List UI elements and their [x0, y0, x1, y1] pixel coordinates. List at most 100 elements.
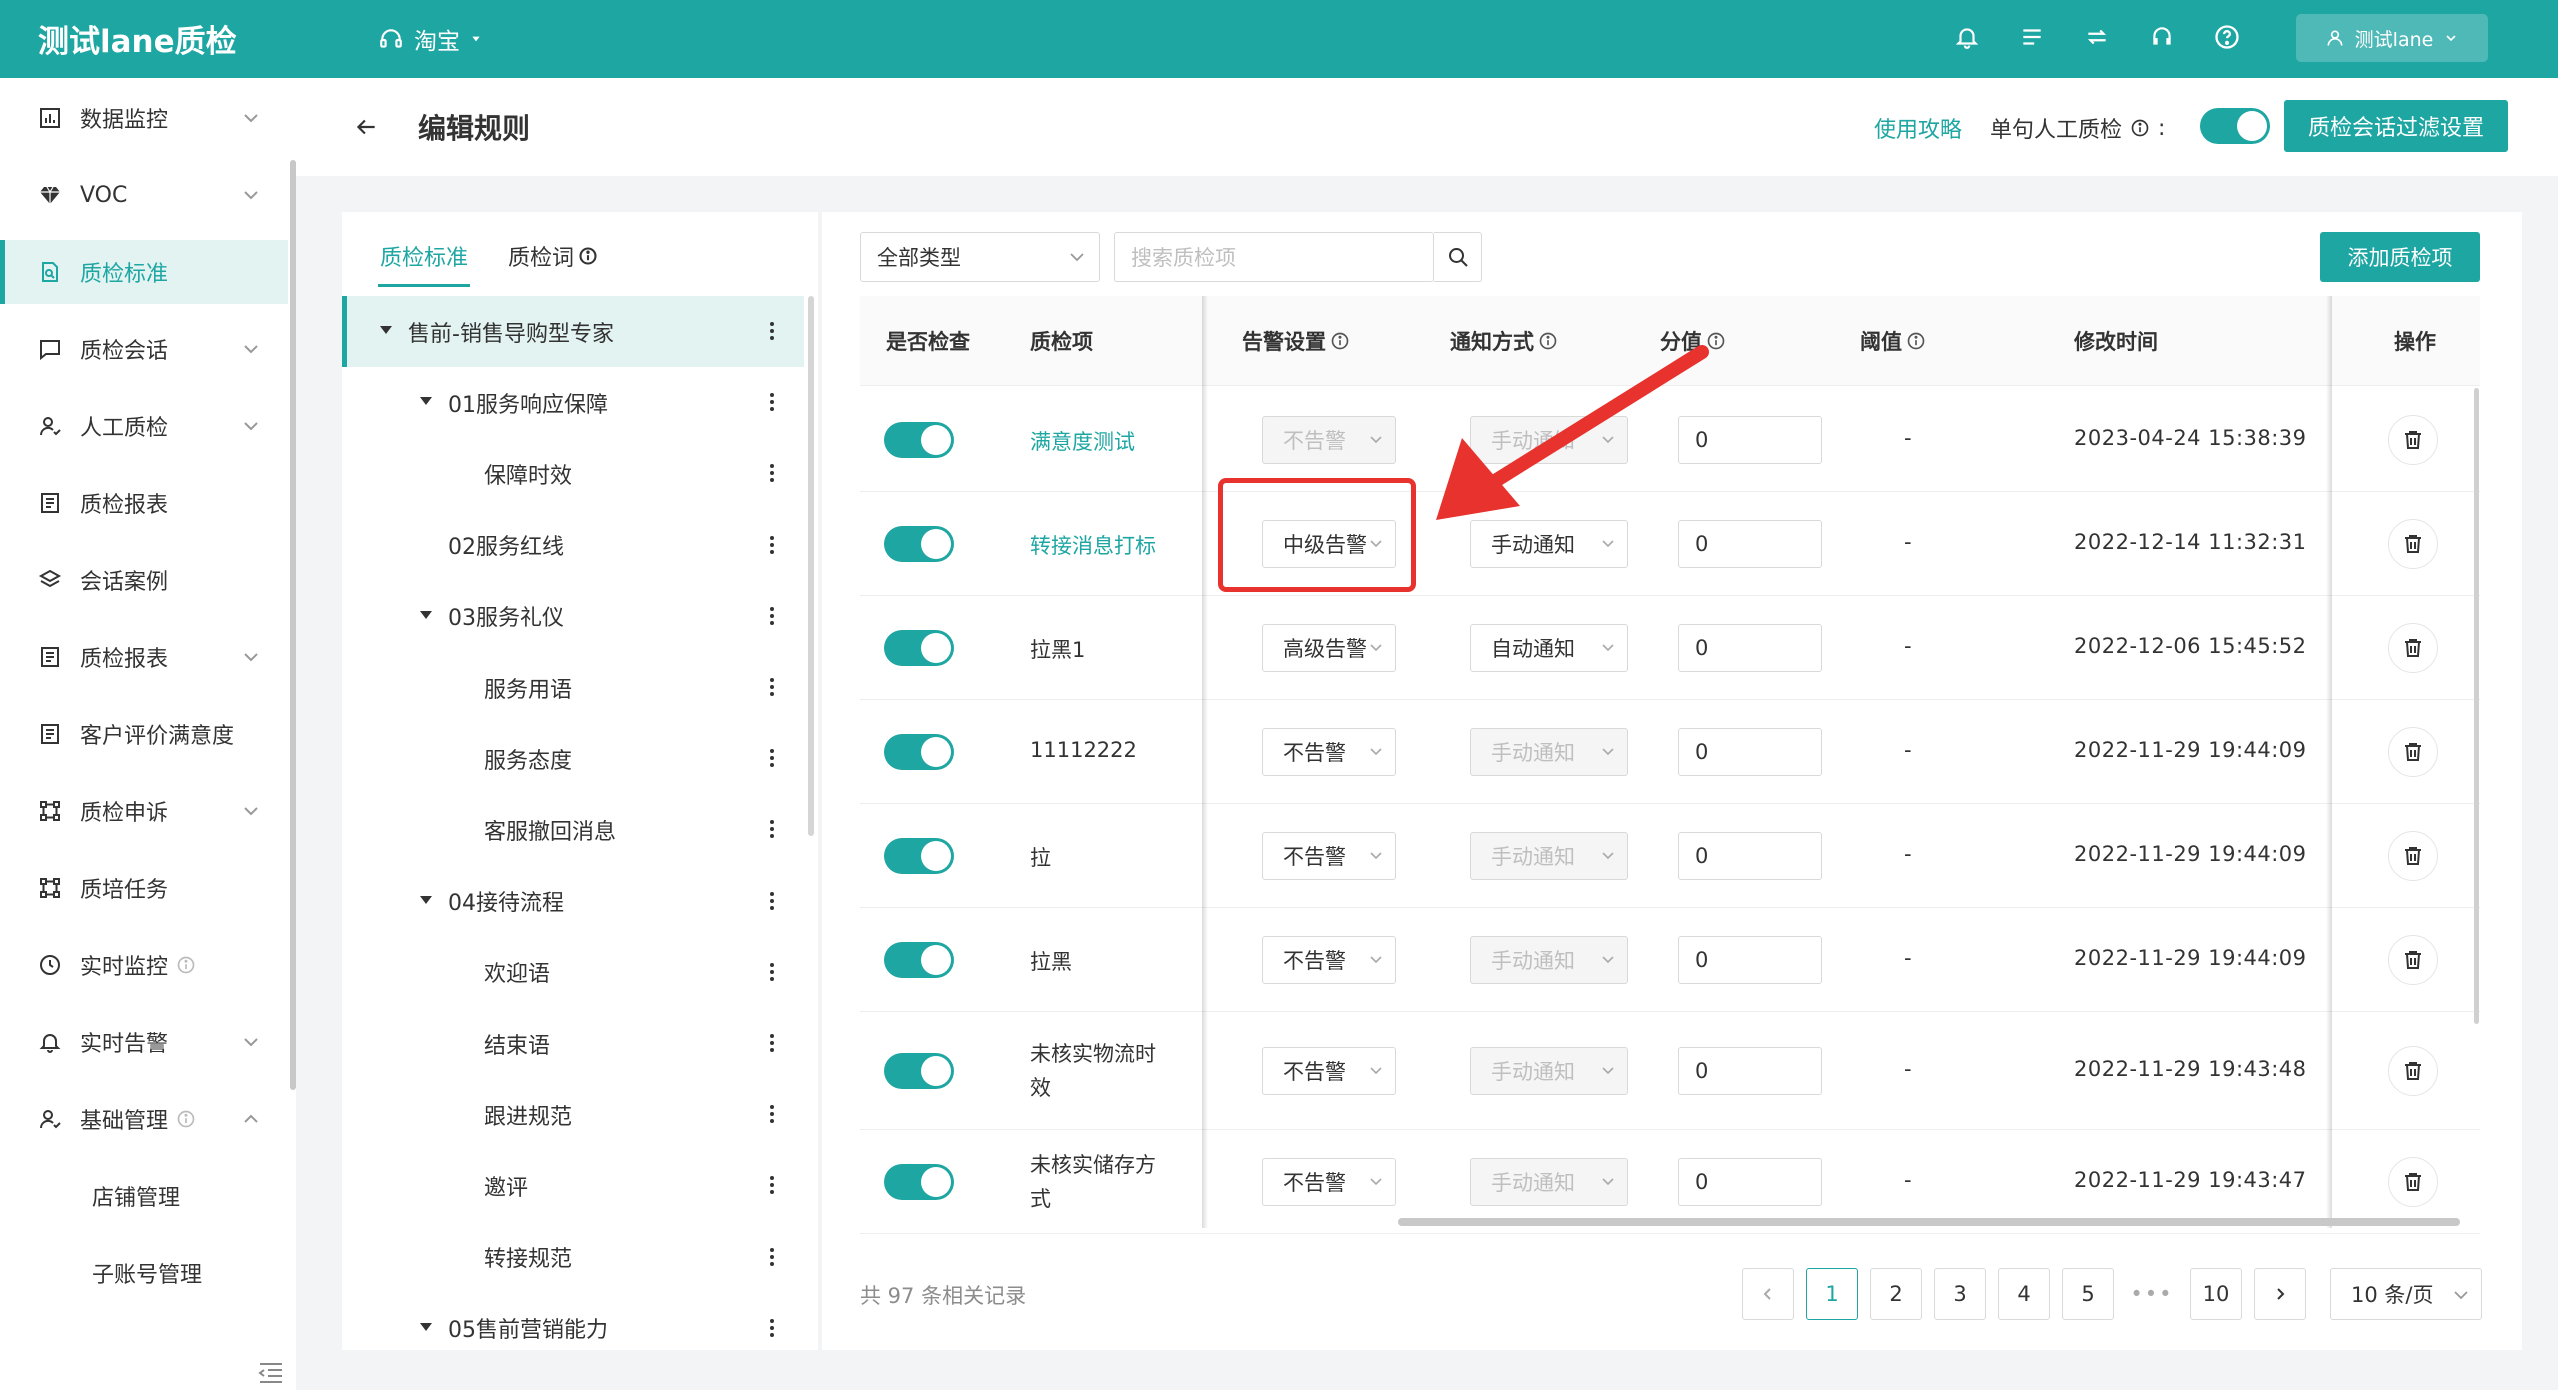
sidebar-item-6[interactable]: 会话案例 — [0, 548, 288, 612]
page-button[interactable]: 4 — [1998, 1268, 2050, 1320]
alert-select[interactable]: 不告警 — [1262, 416, 1396, 464]
page-button[interactable]: 5 — [2062, 1268, 2114, 1320]
delete-button[interactable] — [2388, 1157, 2438, 1207]
check-toggle[interactable] — [884, 422, 954, 458]
delete-button[interactable] — [2388, 935, 2438, 985]
more-icon[interactable] — [769, 462, 775, 484]
more-icon[interactable] — [769, 534, 775, 556]
check-toggle[interactable] — [884, 942, 954, 978]
shop-switcher[interactable]: 淘宝 — [378, 22, 482, 56]
alert-select[interactable]: 不告警 — [1262, 728, 1396, 776]
more-icon[interactable] — [769, 320, 775, 342]
more-icon[interactable] — [769, 1317, 775, 1339]
delete-button[interactable] — [2388, 623, 2438, 673]
notify-select[interactable]: 手动通知 — [1470, 1158, 1628, 1206]
delete-button[interactable] — [2388, 1046, 2438, 1096]
score-input[interactable]: 0 — [1678, 728, 1822, 776]
notify-select[interactable]: 手动通知 — [1470, 936, 1628, 984]
page-button[interactable]: 3 — [1934, 1268, 1986, 1320]
more-icon[interactable] — [769, 1032, 775, 1054]
delete-button[interactable] — [2388, 831, 2438, 881]
page-size-select[interactable]: 10 条/页 — [2330, 1268, 2482, 1320]
more-icon[interactable] — [769, 605, 775, 627]
caret-down-icon[interactable] — [420, 397, 432, 406]
score-input[interactable]: 0 — [1678, 936, 1822, 984]
sidebar-item-14[interactable]: 店铺管理 — [0, 1164, 288, 1228]
delete-button[interactable] — [2388, 519, 2438, 569]
check-toggle[interactable] — [884, 838, 954, 874]
table-horizontal-scrollbar[interactable] — [1398, 1218, 2460, 1226]
score-input[interactable]: 0 — [1678, 1047, 1822, 1095]
switch-icon[interactable] — [2080, 20, 2114, 54]
tree-node[interactable]: 服务态度 — [342, 723, 804, 794]
user-menu[interactable]: 测试lane — [2296, 14, 2488, 62]
sidebar-scrollbar[interactable] — [290, 160, 296, 1090]
sidebar-item-2[interactable]: 质检标准 — [0, 240, 288, 304]
tree-node[interactable]: 欢迎语 — [342, 937, 804, 1008]
check-item-name[interactable]: 转接消息打标 — [1030, 530, 1156, 560]
more-icon[interactable] — [769, 1246, 775, 1268]
tree-scrollbar[interactable] — [808, 296, 814, 836]
sidebar-item-5[interactable]: 质检报表 — [0, 471, 288, 535]
tab-standards[interactable]: 质检标准 — [380, 240, 468, 272]
tab-keywords[interactable]: 质检词 — [508, 240, 598, 272]
search-input[interactable]: 搜索质检项 — [1114, 232, 1434, 282]
prev-page-button[interactable] — [1742, 1268, 1794, 1320]
more-icon[interactable] — [769, 391, 775, 413]
tree-node[interactable]: 02服务红线 — [342, 510, 804, 581]
sidebar-item-13[interactable]: 基础管理 — [0, 1087, 288, 1151]
alert-select[interactable]: 不告警 — [1262, 1047, 1396, 1095]
tree-node[interactable]: 服务用语 — [342, 652, 804, 723]
sidebar-item-8[interactable]: 客户评价满意度 — [0, 702, 288, 766]
more-icon[interactable] — [769, 747, 775, 769]
check-toggle[interactable] — [884, 734, 954, 770]
alert-select[interactable]: 不告警 — [1262, 832, 1396, 880]
sidebar-item-9[interactable]: 质检申诉 — [0, 779, 288, 843]
caret-down-icon[interactable] — [380, 326, 392, 334]
sidebar-item-10[interactable]: 质培任务 — [0, 856, 288, 920]
sidebar-item-4[interactable]: 人工质检 — [0, 394, 288, 458]
tree-node[interactable]: 邀评 — [342, 1150, 804, 1221]
more-icon[interactable] — [769, 676, 775, 698]
tree-node[interactable]: 04接待流程 — [342, 866, 804, 937]
list-menu-icon[interactable] — [2015, 20, 2049, 54]
check-toggle[interactable] — [884, 630, 954, 666]
sidebar-item-11[interactable]: 实时监控 — [0, 933, 288, 997]
type-select[interactable]: 全部类型 — [860, 232, 1100, 282]
tree-node[interactable]: 05售前营销能力 — [342, 1293, 804, 1364]
tree-node[interactable]: 客服撤回消息 — [342, 794, 804, 865]
single-manual-check-toggle[interactable] — [2200, 108, 2270, 144]
notify-select[interactable]: 手动通知 — [1470, 832, 1628, 880]
tree-node[interactable]: 转接规范 — [342, 1222, 804, 1293]
alert-select[interactable]: 不告警 — [1262, 1158, 1396, 1206]
tree-node[interactable]: 跟进规范 — [342, 1079, 804, 1150]
sidebar-item-7[interactable]: 质检报表 — [0, 625, 288, 689]
more-icon[interactable] — [769, 818, 775, 840]
caret-down-icon[interactable] — [420, 610, 432, 619]
collapse-sidebar-icon[interactable] — [258, 1362, 284, 1388]
notification-bell-icon[interactable] — [1950, 20, 1984, 54]
score-input[interactable]: 0 — [1678, 832, 1822, 880]
usage-guide-link[interactable]: 使用攻略 — [1874, 112, 1962, 144]
alert-select[interactable]: 高级告警 — [1262, 624, 1396, 672]
tree-node[interactable]: 保障时效 — [342, 438, 804, 509]
search-button[interactable] — [1434, 232, 1482, 282]
more-icon[interactable] — [769, 961, 775, 983]
page-button[interactable]: 10 — [2190, 1268, 2242, 1320]
session-filter-settings-button[interactable]: 质检会话过滤设置 — [2284, 100, 2508, 152]
next-page-button[interactable] — [2254, 1268, 2306, 1320]
tree-node[interactable]: 01服务响应保障 — [342, 367, 804, 438]
check-toggle[interactable] — [884, 526, 954, 562]
caret-down-icon[interactable] — [420, 895, 432, 904]
more-icon[interactable] — [769, 1103, 775, 1125]
tree-node[interactable]: 结束语 — [342, 1008, 804, 1079]
add-check-item-button[interactable]: 添加质检项 — [2320, 232, 2480, 282]
notify-select[interactable]: 手动通知 — [1470, 728, 1628, 776]
score-input[interactable]: 0 — [1678, 1158, 1822, 1206]
support-icon[interactable] — [2145, 20, 2179, 54]
alert-select[interactable]: 不告警 — [1262, 936, 1396, 984]
more-icon[interactable] — [769, 1174, 775, 1196]
help-icon[interactable] — [2210, 20, 2244, 54]
delete-button[interactable] — [2388, 415, 2438, 465]
page-ellipsis[interactable]: ••• — [2126, 1268, 2178, 1320]
